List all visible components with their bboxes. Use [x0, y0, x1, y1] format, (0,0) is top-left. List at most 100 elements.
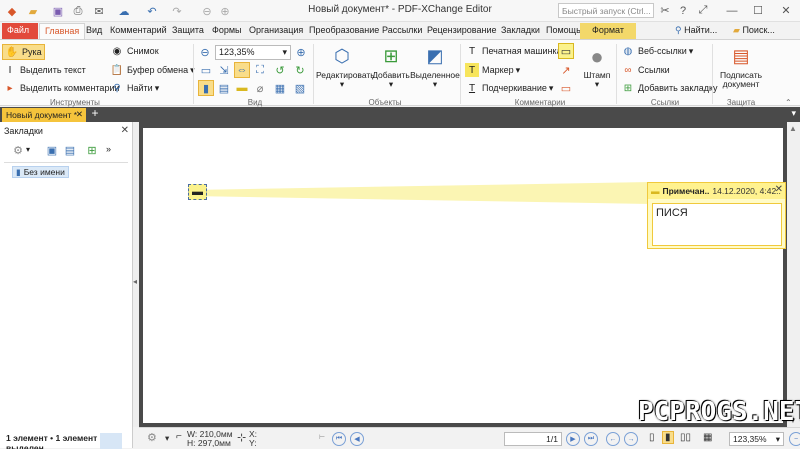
tab-mailings[interactable]: Рассылки — [377, 23, 427, 39]
tab-close-icon[interactable]: ✕ — [76, 109, 83, 120]
tab-view[interactable]: Вид — [81, 23, 107, 39]
tab-home[interactable]: Главная — [39, 23, 86, 39]
scroll-up-icon[interactable]: ▲ — [789, 124, 797, 133]
redo-icon[interactable]: ↷ — [170, 3, 184, 19]
tab-review[interactable]: Рецензирование — [422, 23, 502, 39]
add-bookmark-icon[interactable]: ⊞ — [84, 142, 100, 158]
find-button[interactable]: ⚲ Найти... — [670, 23, 722, 39]
delete-bookmark-icon[interactable]: ▤ — [62, 142, 78, 158]
new-bookmark-icon[interactable]: ▣ — [44, 142, 60, 158]
hand-tool-button[interactable]: ✋ Рука — [2, 44, 45, 60]
collapse-ribbon-icon[interactable]: ⌃ — [785, 98, 792, 107]
note-annotation-icon[interactable]: ▬ — [188, 184, 207, 200]
tab-list-icon[interactable]: ▾ — [791, 108, 796, 119]
tab-bookmarks[interactable]: Закладки — [496, 23, 545, 39]
email-icon[interactable]: ✉ — [90, 3, 108, 19]
select-comments-button[interactable]: ▸ Выделить комментарии — [3, 81, 119, 95]
marker-button[interactable]: T Маркер ▾ — [465, 63, 520, 77]
help-icon[interactable]: ? — [675, 3, 691, 18]
rectangle-tool-icon[interactable]: ▭ — [558, 80, 574, 96]
bookmark-view-icon[interactable]: ▮ — [198, 80, 214, 96]
tab-format[interactable]: Формат — [580, 23, 636, 39]
cloud-icon[interactable]: ☁ — [115, 3, 133, 19]
expand-more-icon[interactable]: » — [106, 144, 111, 154]
fullscreen-icon[interactable]: ⤢ — [695, 3, 711, 18]
comment-popup[interactable]: ▬ Примечан.. 14.12.2020, 4:42.. ✕ ПИСЯ — [647, 182, 786, 249]
fit-visible-icon[interactable]: ⛶ — [252, 62, 268, 78]
comment-text-field[interactable]: ПИСЯ — [652, 203, 782, 246]
vertical-scrollbar[interactable]: ▲ ▼ — [787, 122, 800, 427]
actual-size-icon[interactable]: ▭ — [198, 62, 214, 78]
web-links-button[interactable]: ◍ Веб-ссылки ▾ — [621, 44, 694, 58]
edit-button[interactable]: ⬡ Редактировать ▾ — [316, 43, 375, 89]
tab-file[interactable]: Файл — [2, 23, 38, 39]
comment-header[interactable]: ▬ Примечан.. 14.12.2020, 4:42.. — [648, 183, 785, 199]
search-button[interactable]: ▰ Поиск... — [728, 23, 780, 39]
tools-icon[interactable]: ✂ — [657, 3, 673, 18]
page-number-field[interactable]: 1/1 — [504, 432, 562, 446]
options-dropdown-icon[interactable]: ▾ — [26, 145, 30, 154]
clipboard-button[interactable]: 📋Буфер обмена▾ — [110, 63, 195, 77]
new-tab-icon[interactable]: + — [89, 107, 101, 121]
forward-icon[interactable]: ⊕ — [218, 3, 232, 19]
two-page-continuous-icon[interactable]: ▦ — [703, 432, 712, 443]
undo-icon[interactable]: ↶ — [145, 3, 159, 19]
underline-button[interactable]: T Подчеркивание ▾ — [465, 81, 553, 95]
fit-width-icon[interactable]: ⇔ — [234, 62, 250, 78]
more-view-icon[interactable]: ▧ — [292, 80, 308, 96]
arrow-tool-icon[interactable]: ↗ — [558, 62, 574, 78]
print-icon[interactable]: ⎙ — [70, 3, 86, 19]
two-page-icon[interactable]: ▯▯ — [680, 432, 691, 443]
first-page-icon[interactable]: ⏮ — [332, 432, 346, 446]
quick-search-input[interactable]: Быстрый запуск (Ctrl... — [558, 3, 654, 18]
zoom-field[interactable]: 123,35% ▾ — [729, 432, 784, 446]
sign-document-button[interactable]: ▤ Подписать документ — [716, 43, 766, 89]
bookmark-item[interactable]: ▮ Без имени — [12, 166, 69, 178]
layers-icon[interactable]: ▦ — [272, 80, 288, 96]
prev-page-icon[interactable]: ◀ — [350, 432, 364, 446]
history-back-icon[interactable]: ← — [606, 432, 620, 446]
typewriter-button[interactable]: T Печатная машинка — [465, 44, 562, 58]
minimize-icon[interactable]: — — [724, 3, 740, 18]
zoom-out-icon[interactable]: ⊖ — [197, 44, 213, 60]
single-page-icon[interactable]: ▯ — [649, 432, 655, 443]
find-tool-button[interactable]: ⚲ Найти ▾ — [110, 81, 159, 95]
add-button[interactable]: ⊞ Добавить ▾ — [370, 43, 412, 89]
pdf-page[interactable] — [143, 128, 783, 423]
back-icon[interactable]: ⊖ — [200, 3, 214, 19]
document-tab[interactable]: Новый документ * ✕ — [2, 108, 86, 122]
fit-page-icon[interactable]: ⇲ — [216, 62, 232, 78]
panel-close-icon[interactable]: ✕ — [121, 125, 129, 136]
snapshot-button[interactable]: ◉ Снимок — [110, 44, 159, 58]
save-icon[interactable]: ▣ — [50, 3, 66, 19]
collapse-arrow-icon[interactable]: ◂ — [133, 277, 137, 286]
tab-forms[interactable]: Формы — [207, 23, 247, 39]
tab-convert[interactable]: Преобразование — [304, 23, 384, 39]
continuous-page-icon[interactable]: ▮ — [662, 431, 674, 444]
tab-organize[interactable]: Организация — [244, 23, 308, 39]
comments-icon[interactable]: ▬ — [234, 80, 250, 96]
stamp-button[interactable]: ● Штамп ▾ — [580, 43, 614, 89]
attachments-icon[interactable]: ⌀ — [252, 80, 268, 96]
next-page-icon[interactable]: ▶ — [566, 432, 580, 446]
zoom-out-status-icon[interactable]: − — [789, 432, 800, 446]
comment-close-icon[interactable]: ✕ — [775, 184, 783, 195]
last-page-icon[interactable]: ⏭ — [584, 432, 598, 446]
links-button[interactable]: ∞ Ссылки — [621, 63, 669, 77]
close-icon[interactable]: ✕ — [778, 3, 794, 18]
tab-comment[interactable]: Комментарий — [105, 23, 172, 39]
maximize-icon[interactable]: ☐ — [750, 3, 766, 18]
settings-dropdown-icon[interactable]: ▾ — [165, 433, 169, 444]
options-gear-icon[interactable]: ⚙ — [10, 142, 26, 158]
rotate-left-icon[interactable]: ↺ — [272, 62, 288, 78]
rotate-right-icon[interactable]: ↻ — [292, 62, 308, 78]
settings-gear-icon[interactable]: ⚙ — [147, 431, 157, 444]
select-text-button[interactable]: I Выделить текст — [3, 63, 86, 77]
history-forward-icon[interactable]: → — [624, 432, 638, 446]
pages-icon[interactable]: ▤ — [216, 80, 232, 96]
add-bookmark-button[interactable]: ⊞ Добавить закладку — [621, 81, 718, 95]
open-folder-icon[interactable]: ▰ — [24, 3, 42, 19]
zoom-in-icon[interactable]: ⊕ — [293, 44, 309, 60]
note-tool-icon[interactable]: ▭ — [558, 43, 574, 59]
tab-protect[interactable]: Защита — [167, 23, 209, 39]
